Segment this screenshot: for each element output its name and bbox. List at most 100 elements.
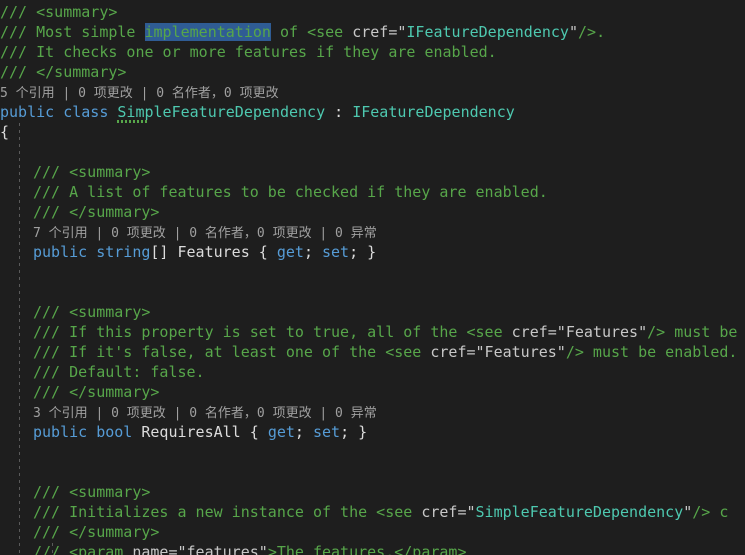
line-27-text: /// </summary> bbox=[33, 523, 160, 541]
xml-attr-name: cref= bbox=[430, 343, 476, 361]
keyword-public: public bbox=[0, 103, 55, 121]
comment-token: /// Initializes a new instance of the bbox=[33, 503, 377, 521]
line-19-text: /// Default: false. bbox=[33, 363, 205, 381]
code-line-blank[interactable] bbox=[0, 262, 745, 282]
xml-attr-name: name= bbox=[132, 543, 178, 555]
brace: { bbox=[240, 423, 268, 441]
xml-tag-open: <see bbox=[307, 23, 353, 41]
keyword-string: string bbox=[96, 243, 151, 261]
xml-tag-close-param: </param> bbox=[394, 543, 467, 555]
member-Features: Features bbox=[177, 243, 250, 261]
codelens-row[interactable]: 3 个引用 | 0 项更改 | 0 名作者，0 项更改 | 0 异常 bbox=[0, 402, 745, 422]
code-line[interactable]: { bbox=[0, 122, 745, 142]
semicolon: ; bbox=[294, 423, 313, 441]
cref-type-SimpleFeatureDependency: SimpleFeatureDependency bbox=[475, 503, 684, 521]
code-line-blank[interactable] bbox=[0, 462, 745, 482]
code-line-blank[interactable] bbox=[0, 142, 745, 162]
keyword-set: set bbox=[322, 243, 350, 261]
code-editor-viewport[interactable]: /// <summary> /// Most simple implementa… bbox=[0, 0, 745, 555]
type-IFeatureDependency: IFeatureDependency bbox=[352, 103, 515, 121]
code-line[interactable]: /// <summary> bbox=[0, 302, 745, 322]
comment-token: must be bbox=[665, 323, 738, 341]
line-1-text: /// <summary> bbox=[0, 3, 118, 21]
comment-token: . bbox=[596, 23, 606, 41]
xml-tag-open: <see bbox=[376, 503, 422, 521]
code-line[interactable]: public string[] Features { get; set; } bbox=[0, 242, 745, 262]
code-line[interactable]: /// </summary> bbox=[0, 202, 745, 222]
code-line[interactable]: /// If this property is set to true, all… bbox=[0, 322, 745, 342]
param-name-features: features bbox=[186, 543, 259, 555]
codelens-text[interactable]: 5 个引用 | 0 项更改 | 0 名作者，0 项更改 bbox=[0, 86, 279, 101]
line-7-text: { bbox=[0, 123, 10, 141]
line-25-text: /// <summary> bbox=[33, 483, 151, 501]
cref-value-Features: Features bbox=[484, 343, 557, 361]
keyword-public: public bbox=[33, 423, 88, 441]
code-line-blank[interactable] bbox=[0, 442, 745, 462]
xml-quote: " bbox=[466, 503, 476, 521]
keyword-public: public bbox=[33, 243, 88, 261]
cref-type-IFeatureDependency: IFeatureDependency bbox=[406, 23, 569, 41]
code-line[interactable]: /// </summary> bbox=[0, 382, 745, 402]
line-9-text: /// <summary> bbox=[33, 163, 151, 181]
semicolon: ; } bbox=[340, 423, 368, 441]
xml-attr-name: cref= bbox=[511, 323, 557, 341]
code-lines-container[interactable]: /// <summary> /// Most simple implementa… bbox=[0, 0, 745, 555]
semicolon: ; } bbox=[349, 243, 377, 261]
brace: { bbox=[249, 243, 277, 261]
xml-attr-name: cref= bbox=[352, 23, 398, 41]
xml-tag-open: <see bbox=[466, 323, 512, 341]
xml-quote: " bbox=[177, 543, 187, 555]
code-line[interactable]: /// Most simple implementation of <see c… bbox=[0, 22, 745, 42]
comment-token: c bbox=[710, 503, 729, 521]
code-line[interactable]: /// Default: false. bbox=[0, 362, 745, 382]
code-line[interactable]: public class SimpleFeatureDependency : I… bbox=[0, 102, 745, 123]
line-20-text: /// </summary> bbox=[33, 383, 160, 401]
cref-value-Features: Features bbox=[565, 323, 639, 341]
xml-tag-close: /> bbox=[578, 23, 597, 41]
xml-quote: " bbox=[568, 23, 578, 41]
comment-token: must be enabled. bbox=[583, 343, 738, 361]
line-16-text: /// <summary> bbox=[33, 303, 151, 321]
semicolon: ; bbox=[303, 243, 322, 261]
codelens-text[interactable]: 7 个引用 | 0 项更改 | 0 名作者，0 项更改 | 0 异常 bbox=[0, 226, 377, 241]
code-line-blank[interactable] bbox=[0, 282, 745, 302]
comment-token: /// If it's false, at least one of the bbox=[33, 343, 386, 361]
xml-tag-close: /> bbox=[692, 503, 711, 521]
comment-token: /// bbox=[33, 543, 70, 555]
xml-attr-name: cref= bbox=[421, 503, 467, 521]
code-line[interactable]: /// If it's false, at least one of the <… bbox=[0, 342, 745, 362]
codelens-row[interactable]: 5 个引用 | 0 项更改 | 0 名作者，0 项更改 bbox=[0, 82, 745, 102]
keyword-bool: bool bbox=[96, 423, 133, 441]
code-line[interactable]: /// <summary> bbox=[0, 162, 745, 182]
xml-quote: " bbox=[556, 343, 566, 361]
code-line[interactable]: /// <summary> bbox=[0, 2, 745, 22]
xml-tag-close: > bbox=[267, 543, 277, 555]
code-line[interactable]: /// <param name="features">The features.… bbox=[0, 542, 745, 555]
xml-tag-close: /> bbox=[647, 323, 666, 341]
code-line[interactable]: /// </summary> bbox=[0, 522, 745, 542]
xml-quote: " bbox=[683, 503, 693, 521]
code-line[interactable]: /// </summary> bbox=[0, 62, 745, 82]
xml-quote: " bbox=[475, 343, 485, 361]
code-line[interactable]: /// A list of features to be checked if … bbox=[0, 182, 745, 202]
line-11-text: /// </summary> bbox=[33, 203, 160, 221]
keyword-class: class bbox=[63, 103, 109, 121]
type-SimpleFeatureDependency: SimpleFeatureDependency bbox=[117, 103, 326, 123]
selected-word[interactable]: implementation bbox=[144, 23, 271, 41]
codelens-text[interactable]: 3 个引用 | 0 项更改 | 0 名作者，0 项更改 | 0 异常 bbox=[0, 406, 377, 421]
code-line[interactable]: /// Initializes a new instance of the <s… bbox=[0, 502, 745, 522]
code-line[interactable]: public bool RequiresAll { get; set; } bbox=[0, 422, 745, 442]
comment-token: The features. bbox=[276, 543, 395, 555]
comment-token: /// If this property is set to true, all… bbox=[33, 323, 467, 341]
comment-token: of bbox=[270, 23, 308, 41]
code-line[interactable]: /// It checks one or more features if th… bbox=[0, 42, 745, 62]
line-4-text: /// </summary> bbox=[0, 63, 127, 81]
xml-tag-close: /> bbox=[565, 343, 584, 361]
code-line[interactable]: /// <summary> bbox=[0, 482, 745, 502]
xml-tag-open: <see bbox=[385, 343, 431, 361]
codelens-row[interactable]: 7 个引用 | 0 项更改 | 0 名作者，0 项更改 | 0 异常 bbox=[0, 222, 745, 242]
